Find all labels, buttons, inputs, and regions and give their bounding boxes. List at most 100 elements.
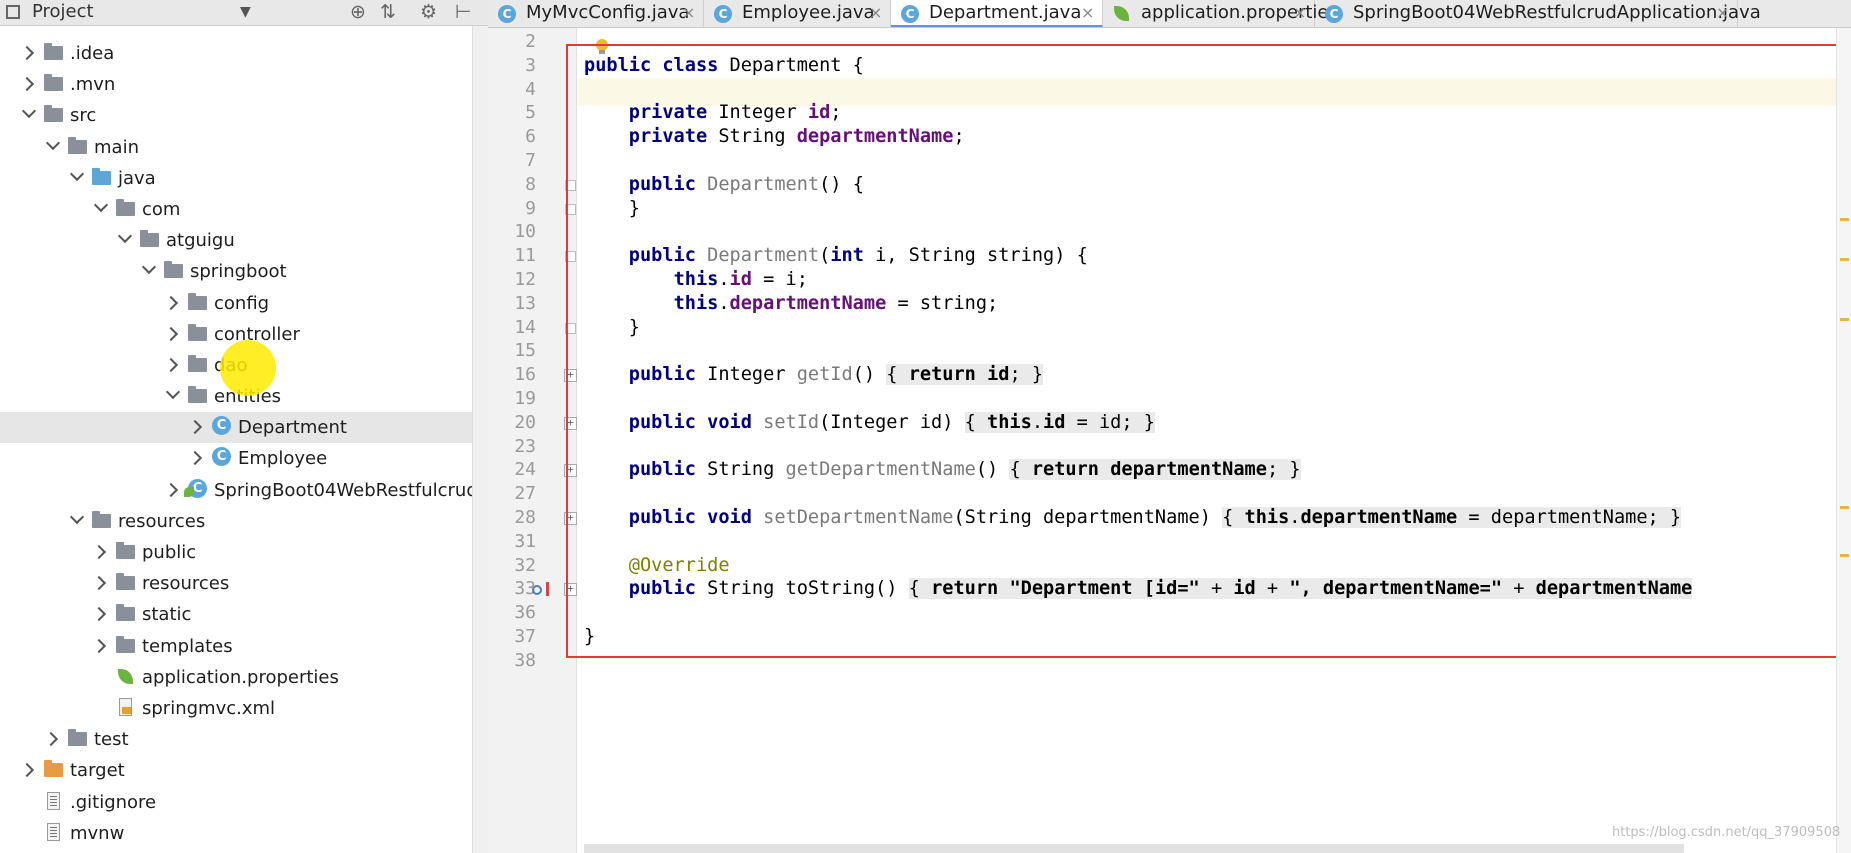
code-line[interactable]: public Integer getId() { return id; } — [584, 363, 1044, 387]
code-line[interactable]: public String toString() { return "Depar… — [584, 577, 1693, 601]
chevron-down-icon[interactable] — [70, 167, 84, 187]
code-line[interactable]: public void setId(Integer id) { this.id … — [584, 411, 1155, 435]
tree-item-templates[interactable]: templates — [0, 631, 488, 662]
chevron-down-icon[interactable] — [166, 385, 180, 405]
tree-item-springboot[interactable]: springboot — [0, 256, 488, 287]
tree-item-application-properties[interactable]: application.properties — [0, 662, 488, 693]
code-line[interactable]: this.id = i; — [584, 268, 808, 292]
code-line[interactable]: private String departmentName; — [584, 125, 965, 149]
code-line[interactable]: } — [584, 197, 640, 221]
code-line[interactable]: } — [584, 625, 595, 649]
tree-item-src[interactable]: src — [0, 100, 488, 131]
chevron-right-icon[interactable] — [22, 759, 36, 779]
fold-marker-icon[interactable] — [565, 179, 576, 191]
chevron-down-icon[interactable] — [22, 104, 36, 124]
tree-item-test[interactable]: test — [0, 724, 488, 755]
stripe-mark[interactable] — [1840, 554, 1849, 557]
tree-item-resources[interactable]: resources — [0, 506, 488, 537]
collapse-all-icon[interactable]: ⇅ — [380, 0, 396, 24]
tree-item-config[interactable]: config — [0, 288, 488, 319]
code-line[interactable]: @Override — [584, 554, 730, 578]
close-icon[interactable]: × — [1081, 0, 1094, 26]
chevron-down-icon[interactable] — [94, 198, 108, 218]
code-line[interactable]: public void setDepartmentName(String dep… — [584, 506, 1682, 530]
tree-item-controller[interactable]: controller — [0, 319, 488, 350]
code-editor[interactable]: 2 3 4 5 6 7 8 9 10 11 12 13 14 15 16 +19 20 +23 24 +27 28 +31… — [488, 28, 1851, 853]
chevron-down-icon[interactable]: ▼ — [240, 0, 251, 24]
chevron-down-icon[interactable] — [70, 510, 84, 530]
code-line[interactable]: public Department() { — [584, 173, 864, 197]
tab-employee-java[interactable]: C Employee.java × — [704, 0, 891, 27]
fold-marker-icon[interactable] — [565, 322, 576, 334]
chevron-down-icon[interactable] — [118, 229, 132, 249]
horizontal-scrollbar[interactable] — [584, 844, 1684, 853]
tree-item-resources[interactable]: resources — [0, 568, 488, 599]
tree-item-target[interactable]: target — [0, 755, 488, 786]
stripe-mark[interactable] — [1840, 258, 1849, 261]
tree-item-mvn[interactable]: .mvn — [0, 69, 488, 100]
stripe-mark[interactable] — [1840, 218, 1849, 221]
chevron-right-icon[interactable] — [94, 572, 108, 592]
gear-icon[interactable]: ⚙ — [420, 0, 437, 24]
tree-item-atguigu[interactable]: atguigu — [0, 225, 488, 256]
code-line[interactable]: public Department(int i, String string) … — [584, 244, 1088, 268]
chevron-right-icon[interactable] — [166, 292, 180, 312]
project-panel-title[interactable]: Project — [32, 0, 94, 24]
tree-item-idea[interactable]: .idea — [0, 38, 488, 69]
chevron-down-icon[interactable] — [46, 136, 60, 156]
tree-item-employee[interactable]: C Employee — [0, 443, 488, 474]
scroll-from-source-icon[interactable]: ⊕ — [350, 0, 366, 24]
tree-item-java[interactable]: java — [0, 163, 488, 194]
expand-fold-icon[interactable]: + — [564, 583, 577, 597]
chevron-right-icon[interactable] — [94, 635, 108, 655]
error-stripe[interactable] — [1836, 28, 1851, 853]
override-method-icon[interactable] — [532, 582, 554, 598]
tree-item-gitignore[interactable]: .gitignore — [0, 787, 488, 818]
expand-fold-icon[interactable]: + — [564, 416, 577, 430]
tree-item-static[interactable]: static — [0, 599, 488, 630]
tree-item-main[interactable]: main — [0, 132, 488, 163]
tab-department-java[interactable]: C Department.java × — [891, 0, 1103, 27]
close-icon[interactable]: × — [1716, 0, 1729, 26]
chevron-right-icon[interactable] — [190, 416, 204, 436]
tree-item-entities[interactable]: entities — [0, 381, 488, 412]
fold-marker-icon[interactable] — [565, 203, 576, 215]
tree-item-springmvc-xml[interactable]: springmvc.xml — [0, 693, 488, 724]
chevron-right-icon[interactable] — [22, 73, 36, 93]
hide-panel-icon[interactable]: ⊢ — [455, 0, 472, 24]
chevron-right-icon[interactable] — [94, 541, 108, 561]
chevron-right-icon[interactable] — [94, 603, 108, 623]
close-icon[interactable]: × — [1293, 0, 1306, 26]
tree-item-dao[interactable]: dao — [0, 350, 488, 381]
code-line[interactable]: private Integer id; — [584, 101, 842, 125]
chevron-right-icon[interactable] — [190, 447, 204, 467]
expand-fold-icon[interactable]: + — [564, 464, 577, 478]
tree-item-public[interactable]: public — [0, 537, 488, 568]
close-icon[interactable]: × — [682, 0, 695, 26]
code-line[interactable]: } — [584, 316, 640, 340]
stripe-mark[interactable] — [1840, 318, 1849, 321]
close-icon[interactable]: × — [869, 0, 882, 26]
code-line[interactable]: this.departmentName = string; — [584, 292, 999, 316]
tab-mymvcconfig-java[interactable]: C MyMvcConfig.java × — [488, 0, 704, 27]
code-line[interactable]: public String getDepartmentName() { retu… — [584, 458, 1301, 482]
chevron-right-icon[interactable] — [166, 479, 180, 499]
tree-item-mvnw[interactable]: mvnw — [0, 818, 488, 849]
tree-item-com[interactable]: com — [0, 194, 488, 225]
lightbulb-icon[interactable] — [595, 39, 609, 55]
chevron-right-icon[interactable] — [22, 42, 36, 62]
expand-fold-icon[interactable]: + — [564, 512, 577, 525]
tree-item-springboot04webrestfulcrud[interactable]: C SpringBoot04WebRestfulcrud — [0, 475, 488, 506]
tree-item-department[interactable]: C Department — [0, 412, 488, 444]
chevron-right-icon[interactable] — [166, 354, 180, 374]
expand-fold-icon[interactable]: + — [564, 369, 577, 383]
chevron-down-icon[interactable] — [142, 260, 156, 280]
chevron-right-icon[interactable] — [166, 323, 180, 343]
project-panel-scrollbar[interactable] — [472, 26, 488, 853]
tab-springboot04webrestfulcrudapplication-java[interactable]: C SpringBoot04WebRestfulcrudApplication.j… — [1315, 0, 1761, 27]
stripe-mark[interactable] — [1840, 506, 1849, 509]
code-line[interactable]: public class Department { — [584, 54, 864, 78]
chevron-right-icon[interactable] — [46, 728, 60, 748]
tab-application-properties[interactable]: application.properties × — [1103, 0, 1338, 27]
fold-marker-icon[interactable] — [565, 251, 576, 263]
